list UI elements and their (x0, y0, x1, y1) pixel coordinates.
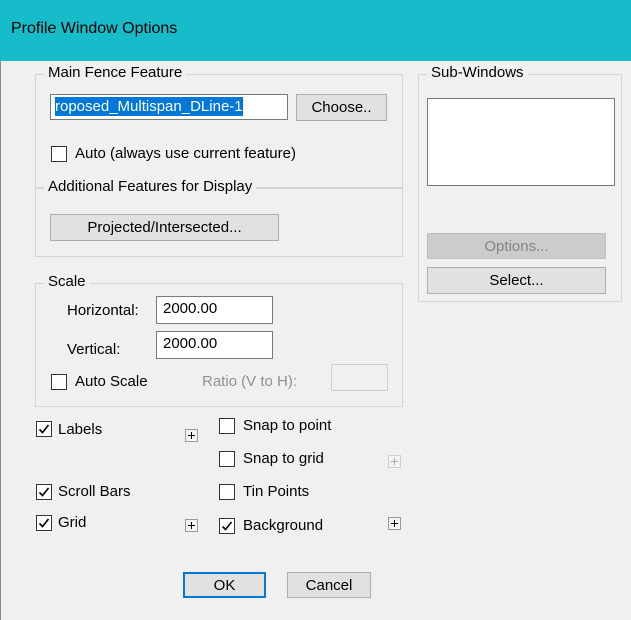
check-icon (38, 487, 50, 497)
auto-checkbox-label[interactable]: Auto (always use current feature) (75, 145, 296, 162)
options-button[interactable]: Options... (427, 233, 606, 259)
labels-checkbox[interactable] (36, 421, 52, 437)
select-button[interactable]: Select... (427, 267, 606, 294)
sub-windows-list[interactable] (427, 98, 615, 186)
background-expand-icon[interactable] (388, 517, 401, 530)
check-icon (38, 424, 50, 434)
auto-checkbox[interactable] (51, 146, 67, 162)
scale-group-label: Scale (44, 273, 90, 290)
choose-button[interactable]: Choose.. (296, 94, 387, 121)
projected-intersected-button[interactable]: Projected/Intersected... (50, 214, 279, 241)
grid-label[interactable]: Grid (58, 514, 86, 531)
ratio-input[interactable] (331, 364, 388, 391)
additional-features-group-label: Additional Features for Display (44, 178, 257, 195)
main-fence-feature-field[interactable]: roposed_Multispan_DLine-1 (50, 94, 288, 120)
snap-to-point-label[interactable]: Snap to point (243, 417, 331, 434)
grid-expand-icon[interactable] (185, 519, 198, 532)
auto-scale-checkbox[interactable] (51, 374, 67, 390)
auto-scale-label[interactable]: Auto Scale (75, 373, 148, 390)
ratio-label: Ratio (V to H): (202, 373, 298, 390)
background-label[interactable]: Background (243, 517, 323, 534)
main-fence-group-label: Main Fence Feature (44, 64, 187, 81)
labels-expand-icon[interactable] (185, 429, 198, 442)
scroll-bars-checkbox[interactable] (36, 484, 52, 500)
vertical-label: Vertical: (67, 341, 121, 358)
sub-windows-group-label: Sub-Windows (427, 64, 528, 81)
snap-to-grid-expand-icon[interactable] (388, 455, 401, 468)
dialog-body: Main Fence Feature roposed_Multispan_DLi… (0, 61, 631, 620)
cancel-button[interactable]: Cancel (287, 572, 371, 598)
labels-label[interactable]: Labels (58, 421, 102, 438)
window-title: Profile Window Options (11, 20, 178, 37)
snap-to-grid-checkbox[interactable] (219, 451, 235, 467)
check-icon (221, 521, 233, 531)
horizontal-label: Horizontal: (67, 302, 139, 319)
tin-points-label[interactable]: Tin Points (243, 483, 309, 500)
title-bar[interactable]: Profile Window Options (0, 0, 631, 61)
main-fence-group: Main Fence Feature (35, 64, 403, 188)
background-checkbox[interactable] (219, 518, 235, 534)
ok-button[interactable]: OK (183, 572, 266, 598)
tin-points-checkbox[interactable] (219, 484, 235, 500)
check-icon (38, 518, 50, 528)
snap-to-grid-label[interactable]: Snap to grid (243, 450, 324, 467)
main-fence-feature-value: roposed_Multispan_DLine-1 (55, 97, 243, 116)
horizontal-scale-input[interactable]: 2000.00 (156, 296, 273, 324)
grid-checkbox[interactable] (36, 515, 52, 531)
snap-to-point-checkbox[interactable] (219, 418, 235, 434)
vertical-scale-input[interactable]: 2000.00 (156, 331, 273, 359)
scroll-bars-label[interactable]: Scroll Bars (58, 483, 131, 500)
